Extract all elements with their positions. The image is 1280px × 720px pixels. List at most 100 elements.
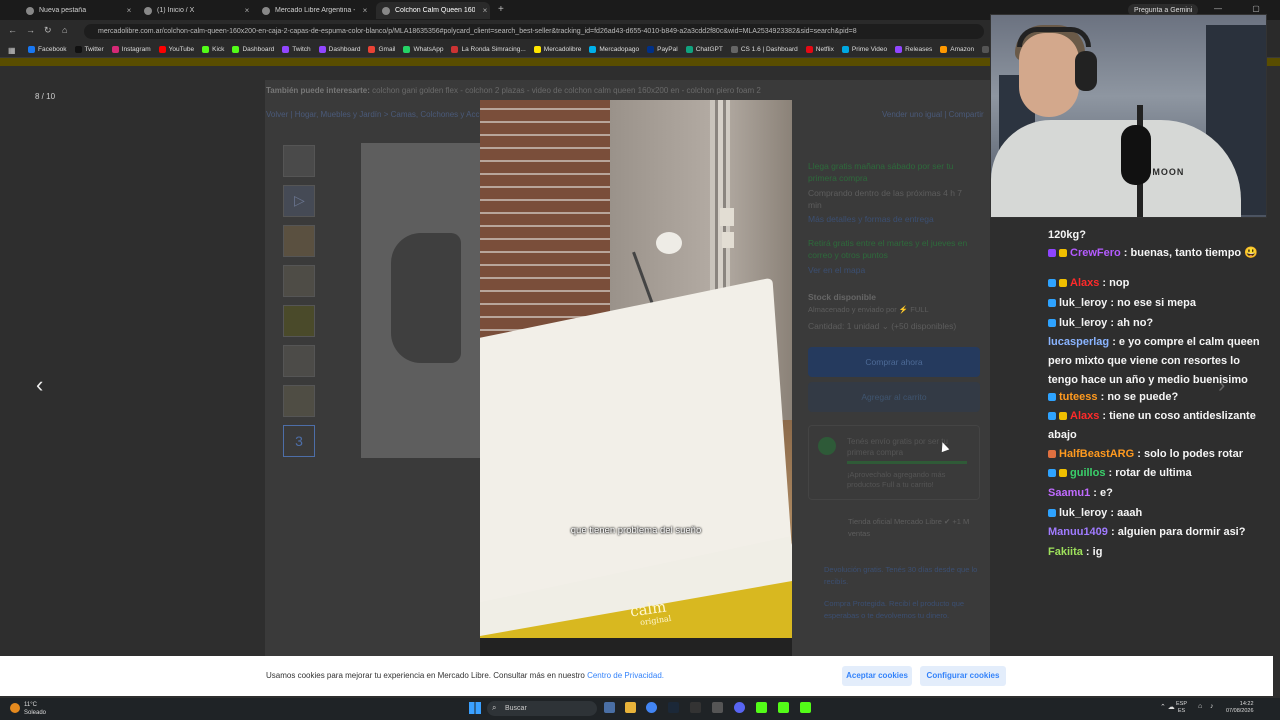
related-items[interactable]: colchon gani golden flex - colchon 2 pla… — [372, 86, 761, 95]
app-icon[interactable] — [690, 702, 701, 713]
bookmark[interactable]: La Ronda Simracing... — [451, 46, 526, 53]
bookmark-label: YouTube — [168, 46, 195, 53]
bookmark[interactable]: Amazon — [940, 46, 974, 53]
cookie-text: Usamos cookies para mejorar tu experienc… — [266, 671, 664, 680]
bookmark[interactable]: YouTube — [158, 46, 195, 53]
seller-info[interactable]: Tienda oficial Mercado Libre ✔ +1 M vent… — [848, 516, 973, 540]
kick-icon[interactable] — [756, 702, 767, 713]
chat-username[interactable]: Alaxs — [1070, 277, 1099, 289]
bookmark[interactable]: Twitch — [282, 46, 311, 53]
chat-username[interactable]: luk_leroy — [1059, 507, 1107, 519]
chat-username[interactable]: tuteess — [1059, 391, 1098, 403]
chat-username[interactable]: Fakiita — [1048, 546, 1083, 558]
bookmark[interactable]: WhatsApp — [403, 46, 443, 53]
chat-message: Alaxs : tiene un coso antideslizante aba… — [1048, 410, 1256, 441]
chat-username[interactable]: guillos — [1070, 467, 1105, 479]
bookmark[interactable]: ChatGPT — [685, 46, 723, 53]
lamp-shade — [656, 232, 682, 254]
chat-username[interactable]: HalfBeastARG — [1059, 448, 1134, 460]
task-view-icon[interactable] — [604, 702, 615, 713]
reload-icon[interactable]: ↻ — [44, 25, 52, 36]
weather-widget[interactable]: 11°C Soleado — [24, 701, 46, 717]
bookmark[interactable]: Mercadolibre — [533, 46, 582, 53]
taskbar-search[interactable]: Buscar — [487, 701, 597, 716]
map-link[interactable]: Ver en el mapa — [808, 264, 978, 276]
bookmark[interactable]: Kick — [202, 46, 224, 53]
chat-username[interactable]: Alaxs — [1070, 410, 1099, 422]
bookmark[interactable]: Twitter — [74, 46, 104, 53]
quantity-select[interactable]: Cantidad: 1 unidad ⌄ (+50 disponibles) — [808, 320, 978, 332]
discord-icon[interactable] — [734, 702, 745, 713]
browser-tab[interactable]: (1) Inicio / X × — [138, 2, 252, 19]
volume-icon[interactable]: ♪ — [1210, 703, 1214, 710]
system-tray[interactable]: ⌃ ☁ — [1160, 703, 1175, 711]
chat-username[interactable]: Manuu1409 — [1048, 526, 1108, 538]
browser-tab[interactable]: Nueva pestaña × — [20, 2, 134, 19]
bookmark[interactable]: Mercadopago — [589, 46, 639, 53]
thumbnail[interactable] — [283, 305, 315, 337]
breadcrumb[interactable]: Volver | Hogar, Muebles y Jardín > Camas… — [266, 110, 482, 119]
new-tab-button[interactable]: + — [498, 4, 504, 15]
thumbnail[interactable] — [283, 385, 315, 417]
browser-tab[interactable]: Colchon Calm Queen 160x × — [376, 2, 490, 19]
bookmark[interactable]: Releases — [895, 46, 932, 53]
chat-username[interactable]: lucasperlag — [1048, 336, 1109, 348]
bookmark[interactable]: CS 1.6 | Dashboard — [730, 46, 798, 53]
bookmark[interactable]: Instagram — [111, 46, 151, 53]
chat-username[interactable]: CrewFero — [1070, 247, 1121, 259]
language-indicator[interactable]: ESP ES — [1176, 701, 1187, 715]
back-icon[interactable]: ← — [8, 25, 17, 35]
bookmark-label: PayPal — [657, 46, 678, 53]
apps-icon[interactable]: ▦ — [8, 46, 16, 55]
bookmark-label: Mercadopago — [599, 46, 640, 53]
clock[interactable]: 14:22 07/08/2026 — [1226, 701, 1254, 715]
address-bar[interactable]: mercadolibre.com.ar/colchon-calm-queen-1… — [84, 24, 984, 39]
bookmark[interactable]: Dashboard — [232, 46, 274, 53]
shipping-details-link[interactable]: Más detalles y formas de entrega — [808, 213, 978, 225]
close-tab-icon[interactable]: × — [480, 6, 490, 15]
thumbnail[interactable] — [283, 225, 315, 257]
chat-username[interactable]: Saamu1 — [1048, 487, 1090, 499]
video-thumbnail[interactable]: ▷ — [283, 185, 315, 217]
chat-username[interactable]: luk_leroy — [1059, 297, 1107, 309]
chat-username[interactable]: luk_leroy — [1059, 317, 1107, 329]
accept-cookies-button[interactable]: Aceptar cookies — [842, 666, 912, 686]
bookmark[interactable]: Prime Video — [841, 46, 887, 53]
previous-arrow-icon[interactable]: ‹ — [36, 372, 43, 398]
more-thumbnails[interactable]: 3 — [283, 425, 315, 457]
share-links[interactable]: Vender uno igual | Compartir — [882, 110, 984, 119]
configure-cookies-button[interactable]: Configurar cookies — [920, 666, 1006, 686]
app-icon[interactable] — [712, 702, 723, 713]
forward-icon[interactable]: → — [26, 25, 35, 35]
product-video[interactable]: calm original que tienen problema del su… — [480, 100, 792, 656]
protected-purchase[interactable]: Compra Protegida. Recibí el producto que… — [824, 598, 979, 622]
thumbnail[interactable] — [283, 345, 315, 377]
steam-icon[interactable] — [668, 702, 679, 713]
buy-now-button[interactable]: Comprar ahora — [808, 347, 980, 377]
home-icon[interactable]: ⌂ — [62, 25, 67, 35]
thumbnail[interactable] — [283, 145, 315, 177]
close-tab-icon[interactable]: × — [360, 6, 370, 15]
bookmark[interactable]: PayPal — [647, 46, 678, 53]
network-icon[interactable]: ⌂ — [1198, 703, 1202, 710]
bookmark[interactable]: Dashboard — [318, 46, 360, 53]
close-tab-icon[interactable]: × — [124, 6, 134, 15]
add-to-cart-button[interactable]: Agregar al carrito — [808, 382, 980, 412]
chrome-icon[interactable] — [646, 702, 657, 713]
close-tab-icon[interactable]: × — [242, 6, 252, 15]
returns-info[interactable]: Devolución gratis. Tenés 30 días desde q… — [824, 564, 979, 588]
thumbnail[interactable] — [283, 265, 315, 297]
weather-icon[interactable] — [10, 703, 20, 713]
bookmark-label: Mercadolibre — [543, 46, 582, 53]
browser-tab[interactable]: Mercado Libre Argentina - Env × — [256, 2, 370, 19]
kick-icon[interactable] — [778, 702, 789, 713]
chat-message: Saamu1 : e? — [1048, 487, 1113, 499]
start-icon[interactable] — [469, 702, 481, 714]
bookmark[interactable]: Netflix — [805, 46, 834, 53]
bookmark[interactable]: Gmail — [368, 46, 395, 53]
chat-badge-icon — [1048, 412, 1056, 420]
privacy-link[interactable]: Centro de Privacidad. — [587, 671, 664, 680]
file-explorer-icon[interactable] — [625, 702, 636, 713]
bookmark[interactable]: Facebook — [28, 46, 67, 53]
kick-icon[interactable] — [800, 702, 811, 713]
